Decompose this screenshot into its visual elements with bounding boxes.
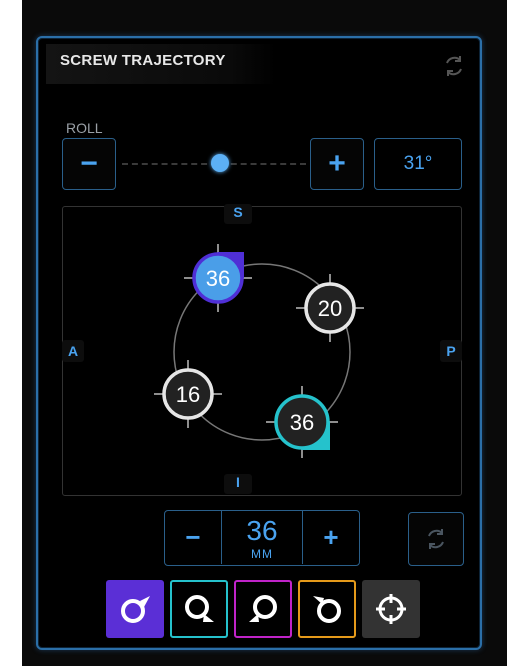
depth-increase-button[interactable]: + — [303, 511, 359, 564]
roll-slider-thumb[interactable] — [210, 154, 229, 172]
trajectory-cyan-icon — [185, 595, 214, 622]
depth-decrease-button[interactable]: − — [165, 511, 221, 564]
trajectory-purple-icon — [121, 596, 150, 623]
panel-title: SCREW TRAJECTORY — [60, 52, 226, 69]
trajectory-plot[interactable]: 36 20 16 36 — [62, 206, 462, 496]
crosshair-icon — [376, 594, 406, 624]
orientation-superior: S — [224, 204, 252, 224]
roll-decrease-button[interactable]: − — [62, 138, 116, 190]
depth-value-box: 36 MM — [221, 511, 303, 564]
marker-value: 16 — [176, 382, 200, 407]
tool-trajectory-orange[interactable] — [298, 580, 356, 638]
orientation-inferior: I — [224, 474, 252, 494]
depth-unit: MM — [251, 547, 273, 561]
depth-control: − 36 MM + — [164, 510, 360, 566]
reset-icon[interactable] — [442, 54, 466, 78]
orientation-posterior: P — [440, 340, 462, 362]
depth-value: 36 — [246, 515, 278, 546]
tool-crosshair[interactable] — [362, 580, 420, 638]
trajectory-orange-icon — [313, 596, 341, 623]
trajectory-magenta-icon — [249, 595, 277, 622]
tool-trajectory-cyan[interactable] — [170, 580, 228, 638]
orientation-anterior: A — [62, 340, 84, 362]
tool-trajectory-magenta[interactable] — [234, 580, 292, 638]
trajectory-marker[interactable]: 36 — [266, 386, 338, 458]
depth-reset-button[interactable] — [408, 512, 464, 566]
roll-label: ROLL — [66, 120, 103, 136]
roll-value-display: 31° — [374, 138, 462, 190]
marker-value: 20 — [318, 296, 342, 321]
marker-value: 36 — [206, 266, 230, 291]
roll-increase-button[interactable]: + — [310, 138, 364, 190]
reset-icon — [428, 529, 444, 549]
tool-trajectory-purple[interactable] — [106, 580, 164, 638]
marker-value: 36 — [290, 410, 314, 435]
trajectory-marker[interactable]: 36 — [184, 244, 252, 312]
trajectory-marker[interactable]: 16 — [154, 360, 222, 428]
trajectory-marker[interactable]: 20 — [296, 274, 364, 342]
screw-trajectory-panel: SCREW TRAJECTORY ROLL − + 31° 36 20 16 36 S… — [36, 36, 482, 650]
